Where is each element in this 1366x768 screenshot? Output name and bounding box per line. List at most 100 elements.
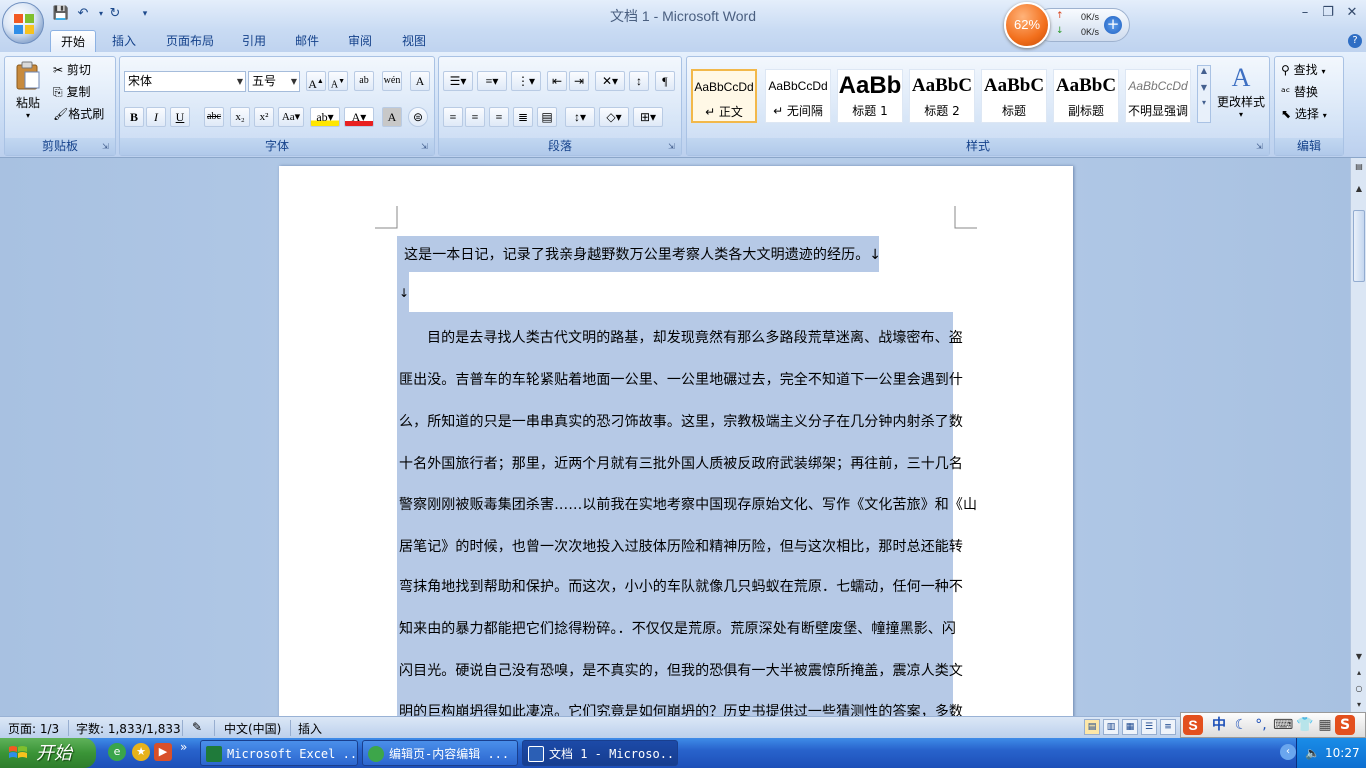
punctuation-icon[interactable]: °, — [1251, 715, 1271, 735]
grow-font-button[interactable]: A▲ — [306, 71, 326, 91]
minimize-button[interactable]: – — [1293, 4, 1317, 22]
show-marks-button[interactable]: ¶ — [655, 71, 675, 91]
style-no-spacing[interactable]: AaBbCcDd ↵ 无间隔 — [765, 69, 831, 123]
media-quicklaunch-icon[interactable]: ▶ — [154, 743, 172, 761]
ime-mode-label[interactable]: 中 — [1209, 715, 1229, 735]
justify-button[interactable]: ≣ — [513, 107, 533, 127]
proofing-icon[interactable]: ✎ — [192, 720, 202, 734]
style-subtle-emphasis[interactable]: AaBbCcDd 不明显强调 — [1125, 69, 1191, 123]
page-indicator[interactable]: 页面: 1/3 — [8, 720, 59, 737]
print-layout-view-icon[interactable]: ▤ — [1084, 719, 1100, 735]
taskbar-item-excel[interactable]: Microsoft Excel ... — [200, 740, 358, 766]
scroll-down-icon[interactable]: ▼ — [1353, 650, 1365, 664]
accelerate-plus-icon[interactable]: + — [1104, 16, 1122, 34]
numbering-button[interactable]: ≡▾ — [477, 71, 507, 91]
superscript-button[interactable]: x² — [254, 107, 274, 127]
style-title[interactable]: AaBbC 标题 — [981, 69, 1047, 123]
enclose-characters-button[interactable]: ⊜ — [408, 107, 428, 127]
multilevel-list-button[interactable]: ⋮▾ — [511, 71, 541, 91]
web-layout-icon[interactable]: ▦ — [1122, 719, 1138, 735]
change-case-button[interactable]: Aa▾ — [278, 107, 304, 127]
scroll-up-icon[interactable]: ▲ — [1198, 66, 1210, 75]
tab-mailings[interactable]: 邮件 — [285, 30, 329, 52]
font-size-combo[interactable]: 五号 ▼ — [248, 71, 300, 92]
cut-button[interactable]: ✂ 剪切 — [53, 61, 91, 79]
paragraph-launcher-icon[interactable]: ⇲ — [668, 142, 678, 152]
clipboard-launcher-icon[interactable]: ⇲ — [102, 142, 112, 152]
ruler-toggle-icon[interactable]: ▤ — [1353, 160, 1365, 174]
full-screen-reading-icon[interactable]: ▥ — [1103, 719, 1119, 735]
align-right-button[interactable]: ≡ — [489, 107, 509, 127]
highlight-color-button[interactable]: ab▾ — [310, 107, 340, 127]
clock[interactable]: 10:27 — [1325, 738, 1360, 768]
scroll-up-icon[interactable]: ▲ — [1353, 182, 1365, 196]
style-heading-1[interactable]: AaBb 标题 1 — [837, 69, 903, 123]
outline-view-icon[interactable]: ☰ — [1141, 719, 1157, 735]
tab-review[interactable]: 审阅 — [338, 30, 382, 52]
app-quicklaunch-icon[interactable]: ★ — [132, 743, 150, 761]
change-styles-button[interactable]: A 更改样式 ▾ — [1215, 63, 1267, 119]
clear-formatting-button[interactable]: ab — [354, 71, 374, 91]
toolbox-icon[interactable]: ▦ — [1315, 715, 1335, 735]
character-shading-button[interactable]: A — [382, 107, 402, 127]
document-page[interactable]: 这是一本日记，记录了我亲身越野数万公里考察人类各大文明遗迹的经历。↓ ↓ 目的是… — [279, 166, 1073, 726]
sogou-menu-icon[interactable]: S — [1335, 715, 1355, 735]
sort-button[interactable]: ↕ — [629, 71, 649, 91]
more-styles-icon[interactable]: ▾ — [1198, 98, 1210, 107]
character-border-button[interactable]: A — [410, 71, 430, 91]
styles-launcher-icon[interactable]: ⇲ — [1256, 142, 1266, 152]
taskbar-item-word[interactable]: 文档 1 - Microso... — [522, 740, 678, 766]
strikethrough-button[interactable]: abc — [204, 107, 224, 127]
tab-page-layout[interactable]: 页面布局 — [156, 30, 224, 52]
volume-icon[interactable]: 🔈 — [1305, 738, 1320, 768]
chinese-layout-button[interactable]: ✕▾ — [595, 71, 625, 91]
style-heading-2[interactable]: AaBbC 标题 2 — [909, 69, 975, 123]
previous-page-icon[interactable]: ▴ — [1353, 666, 1365, 680]
vertical-scrollbar[interactable]: ▤ ▲ ▼ ▴ ○ ▾ — [1350, 158, 1366, 716]
align-left-button[interactable]: ≡ — [443, 107, 463, 127]
select-browse-object-icon[interactable]: ○ — [1353, 682, 1365, 696]
paste-button[interactable]: 粘贴 ▾ — [11, 61, 45, 120]
browser-quicklaunch-icon[interactable]: e — [108, 743, 126, 761]
scroll-down-icon[interactable]: ▼ — [1198, 83, 1210, 92]
font-name-combo[interactable]: 宋体 ▼ — [124, 71, 246, 92]
memory-usage-ball[interactable]: 62% — [1004, 2, 1050, 48]
styles-scroll[interactable]: ▲ ▼ ▾ — [1197, 65, 1211, 123]
borders-button[interactable]: ⊞▾ — [633, 107, 663, 127]
distributed-button[interactable]: ▤ — [537, 107, 557, 127]
bullets-button[interactable]: ☰▾ — [443, 71, 473, 91]
italic-button[interactable]: I — [146, 107, 166, 127]
bold-button[interactable]: B — [124, 107, 144, 127]
scroll-thumb[interactable] — [1353, 210, 1365, 282]
style-subtitle[interactable]: AaBbC 副标题 — [1053, 69, 1119, 123]
subscript-button[interactable]: x₂ — [230, 107, 250, 127]
tab-insert[interactable]: 插入 — [102, 30, 146, 52]
tab-view[interactable]: 视图 — [392, 30, 436, 52]
soft-keyboard-icon[interactable]: ⌨ — [1273, 715, 1293, 735]
skin-icon[interactable]: 👕 — [1295, 715, 1315, 735]
office-button[interactable] — [2, 2, 44, 44]
select-button[interactable]: ⬉ 选择 ▾ — [1281, 105, 1327, 125]
shading-button[interactable]: ◇▾ — [599, 107, 629, 127]
start-button[interactable]: 开始 — [0, 738, 96, 768]
close-button[interactable]: ✕ — [1340, 4, 1364, 22]
ime-toolbar[interactable]: S 中 ☾ °, ⌨ 👕 ▦ S — [1180, 712, 1366, 738]
line-spacing-button[interactable]: ↕▾ — [565, 107, 595, 127]
half-width-moon-icon[interactable]: ☾ — [1231, 715, 1251, 735]
tray-expand-icon[interactable]: ‹ — [1280, 744, 1296, 760]
word-count[interactable]: 字数: 1,833/1,833 — [76, 720, 181, 737]
font-color-button[interactable]: A▾ — [344, 107, 374, 127]
font-launcher-icon[interactable]: ⇲ — [421, 142, 431, 152]
find-button[interactable]: ⚲ 查找 ▾ — [1281, 61, 1325, 81]
replace-button[interactable]: ᵃᶜ 替换 — [1281, 83, 1318, 101]
tab-home[interactable]: 开始 — [50, 30, 97, 52]
taskbar-item-browser[interactable]: 编辑页-内容编辑 ... — [362, 740, 518, 766]
phonetic-guide-button[interactable]: wén — [382, 71, 402, 91]
draft-view-icon[interactable]: ≡ — [1160, 719, 1176, 735]
restore-button[interactable]: ❐ — [1316, 4, 1340, 22]
decrease-indent-button[interactable]: ⇤ — [547, 71, 567, 91]
more-quicklaunch-icon[interactable]: » — [180, 740, 187, 754]
insert-mode-indicator[interactable]: 插入 — [298, 720, 322, 737]
tab-references[interactable]: 引用 — [232, 30, 276, 52]
network-monitor[interactable]: 62% ↑ 0K/s ↓ 0K/s + — [1004, 2, 1130, 48]
